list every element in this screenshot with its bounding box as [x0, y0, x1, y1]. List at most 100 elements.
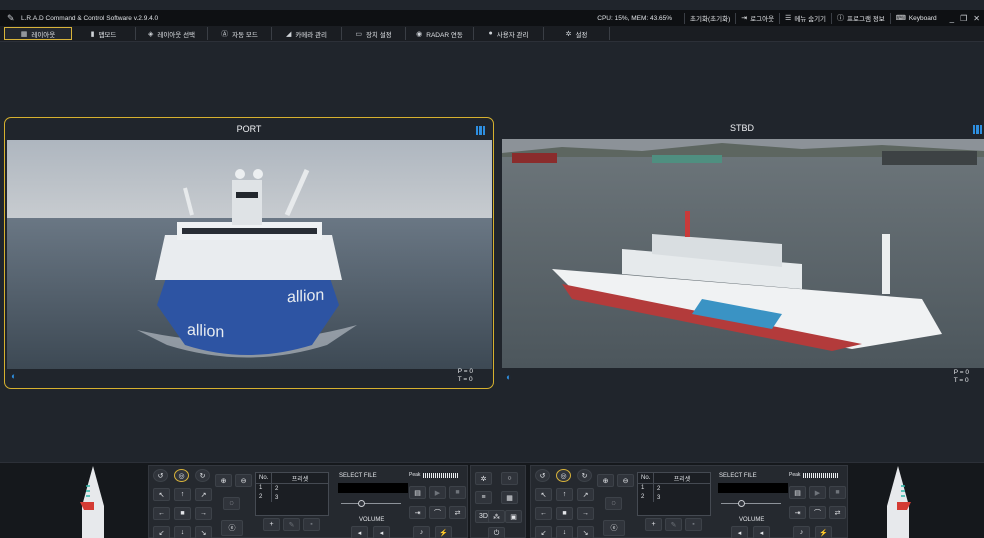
- preset-delete-icon[interactable]: ▪: [685, 518, 702, 531]
- rotate-left-icon[interactable]: ↺: [535, 469, 550, 482]
- menu-item-device-settings[interactable]: ▭ 장치 설정: [342, 27, 406, 40]
- play-icon[interactable]: ▶: [809, 486, 826, 499]
- rotate-left-icon[interactable]: ↺: [153, 469, 168, 482]
- preset-row[interactable]: 23: [256, 493, 328, 502]
- keyboard-button[interactable]: ⌨ Keyboard: [889, 12, 942, 24]
- camera-feed-port[interactable]: allion allion: [7, 140, 492, 369]
- sound-beam-icon[interactable]: ⓔ: [603, 520, 625, 536]
- logout-button[interactable]: ⇥ 로그아웃: [735, 12, 779, 24]
- zoom-in-icon[interactable]: ⊕: [215, 474, 232, 487]
- spotlight-icon[interactable]: ◌: [605, 497, 622, 510]
- arrow-left-icon[interactable]: ←: [535, 507, 552, 520]
- volume-mute-icon[interactable]: ◂: [753, 526, 770, 538]
- program-info-button[interactable]: ⓘ 프로그램 정보: [831, 12, 890, 24]
- talk-icon[interactable]: ⚡: [435, 526, 452, 538]
- arrow-down-right-icon[interactable]: ↘: [195, 526, 212, 538]
- stop-icon[interactable]: ■: [556, 507, 573, 520]
- stop-icon[interactable]: ■: [174, 507, 191, 520]
- preset-row[interactable]: 12: [256, 484, 328, 493]
- seek-slider[interactable]: [341, 503, 401, 504]
- volume-mute-icon[interactable]: ◂: [373, 526, 390, 538]
- rotate-right-icon[interactable]: ↻: [195, 469, 210, 482]
- menu-item-map-mode[interactable]: ▮ 맵모드: [72, 27, 136, 40]
- menu-item-layout[interactable]: ▦ 레이아웃: [4, 27, 72, 40]
- arrow-up-left-icon[interactable]: ↖: [535, 488, 552, 501]
- preset-edit-icon[interactable]: ✎: [283, 518, 300, 531]
- arrow-left-icon[interactable]: ←: [153, 507, 170, 520]
- group-icon[interactable]: ⁂: [488, 510, 505, 523]
- volume-down-icon[interactable]: ◂: [731, 526, 748, 538]
- camera-panel-stbd[interactable]: STBD ◐ P = 0 T = 0: [500, 117, 984, 389]
- arrow-right-icon[interactable]: →: [195, 507, 212, 520]
- signal-bars-icon[interactable]: [475, 126, 485, 135]
- loop-icon[interactable]: ⇄: [829, 506, 846, 519]
- arrow-down-left-icon[interactable]: ↙: [535, 526, 552, 538]
- arrow-up-icon[interactable]: ↑: [174, 488, 191, 501]
- stop-playback-icon[interactable]: ■: [829, 486, 846, 499]
- rotate-right-icon[interactable]: ↻: [577, 469, 592, 482]
- preset-row[interactable]: 12: [638, 484, 710, 493]
- menu-item-layout-select[interactable]: ◈ 레이아웃 선택: [136, 27, 208, 40]
- sound-beam-icon[interactable]: ⓔ: [221, 520, 243, 536]
- talk-icon[interactable]: ⚡: [815, 526, 832, 538]
- close-icon[interactable]: ✕: [973, 14, 980, 23]
- arrow-up-right-icon[interactable]: ↗: [195, 488, 212, 501]
- zoom-in-icon[interactable]: ⊕: [597, 474, 614, 487]
- arrow-down-icon[interactable]: ↓: [556, 526, 573, 538]
- preset-delete-icon[interactable]: ▪: [303, 518, 320, 531]
- lrad-mode-icon[interactable]: ◎: [556, 469, 571, 482]
- volume-down-icon[interactable]: ◂: [351, 526, 368, 538]
- camera-panel-port[interactable]: PORT allion allion ◐ P = 0 T = 0: [4, 117, 494, 389]
- circle-icon[interactable]: ○: [501, 472, 518, 485]
- arrow-right-icon[interactable]: →: [577, 507, 594, 520]
- microphone-icon[interactable]: ♪: [413, 526, 430, 538]
- camera-link-icon[interactable]: ◐: [506, 372, 511, 382]
- spotlight-icon[interactable]: ◌: [223, 497, 240, 510]
- wave-icon[interactable]: ⌒: [809, 506, 826, 519]
- play-icon[interactable]: ▶: [429, 486, 446, 499]
- wave-icon[interactable]: ⌒: [429, 506, 446, 519]
- hide-menu-button[interactable]: ☰ 메뉴 숨기기: [779, 12, 831, 24]
- microphone-icon[interactable]: ♪: [793, 526, 810, 538]
- repeat-icon[interactable]: ⇥: [409, 506, 426, 519]
- arrow-down-icon[interactable]: ↓: [174, 526, 191, 538]
- arrow-down-right-icon[interactable]: ↘: [577, 526, 594, 538]
- power-icon[interactable]: ⏻: [488, 527, 505, 538]
- minimize-icon[interactable]: _: [950, 14, 954, 23]
- menu-item-auto-mode[interactable]: Ⓐ 자동 모드: [208, 27, 272, 40]
- film-icon[interactable]: ▣: [505, 510, 522, 523]
- menu-item-user-management[interactable]: ● 사용자 관리: [474, 27, 544, 40]
- menu-item-camera-management[interactable]: ◢ 카메라 관리: [272, 27, 342, 40]
- preset-row[interactable]: 23: [638, 493, 710, 502]
- menu-item-radar[interactable]: ◉ RADAR 연동: [406, 27, 474, 40]
- zoom-out-icon[interactable]: ⊖: [617, 474, 634, 487]
- arrow-down-left-icon[interactable]: ↙: [153, 526, 170, 538]
- preset-add-icon[interactable]: +: [645, 518, 662, 531]
- loop-icon[interactable]: ⇄: [449, 506, 466, 519]
- zoom-out-icon[interactable]: ⊖: [235, 474, 252, 487]
- camera-feed-stbd[interactable]: [502, 139, 984, 368]
- repeat-icon[interactable]: ⇥: [789, 506, 806, 519]
- restore-icon[interactable]: ❐: [960, 14, 967, 23]
- arrow-up-icon[interactable]: ↑: [556, 488, 573, 501]
- menu-item-settings[interactable]: ✲ 설정: [544, 27, 610, 40]
- folder-icon[interactable]: ▤: [409, 486, 426, 499]
- speaker-grid-icon[interactable]: ▦: [501, 491, 518, 504]
- stop-playback-icon[interactable]: ■: [449, 486, 466, 499]
- seek-knob[interactable]: [358, 500, 365, 507]
- folder-icon[interactable]: ▤: [789, 486, 806, 499]
- reset-button[interactable]: 초기화(초기화): [684, 12, 735, 24]
- preset-edit-icon[interactable]: ✎: [665, 518, 682, 531]
- seek-knob[interactable]: [738, 500, 745, 507]
- camera-link-icon[interactable]: ◐: [11, 371, 16, 381]
- select-file-field[interactable]: [338, 483, 408, 493]
- sliders-icon[interactable]: ≡: [475, 491, 492, 504]
- select-file-field[interactable]: [718, 483, 788, 493]
- signal-bars-icon[interactable]: [972, 125, 982, 134]
- gear-icon[interactable]: ✲: [475, 472, 492, 485]
- arrow-up-left-icon[interactable]: ↖: [153, 488, 170, 501]
- preset-add-icon[interactable]: +: [263, 518, 280, 531]
- arrow-up-right-icon[interactable]: ↗: [577, 488, 594, 501]
- lrad-mode-icon[interactable]: ◎: [174, 469, 189, 482]
- seek-slider[interactable]: [721, 503, 781, 504]
